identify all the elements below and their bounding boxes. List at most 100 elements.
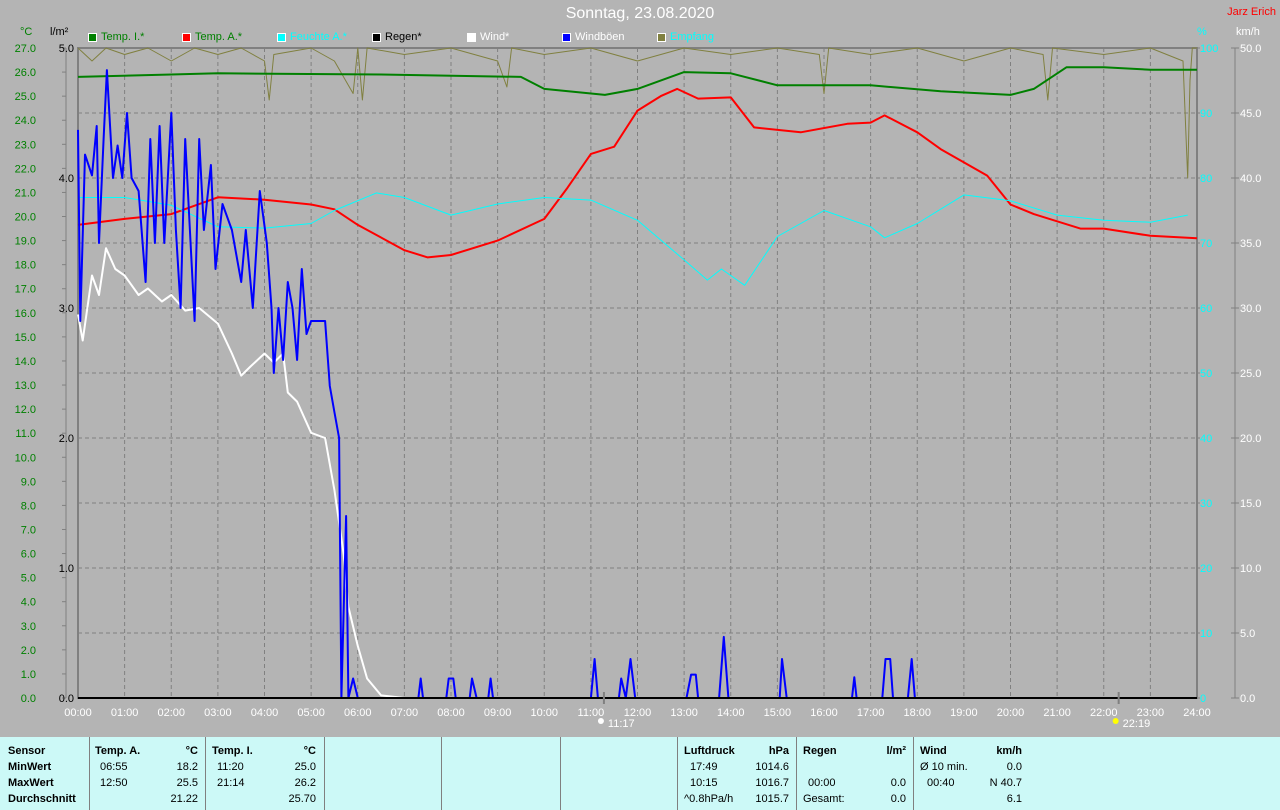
- temp-tick-label: 15.0: [15, 332, 36, 344]
- x-tick-label: 22:00: [1090, 707, 1118, 719]
- wind-tick-label: 15.0: [1240, 498, 1261, 510]
- rain-max-time: 00:00: [808, 777, 836, 789]
- x-tick-label: 05:00: [297, 707, 325, 719]
- wind-max-time: 00:40: [927, 777, 955, 789]
- wind-tick-label: 45.0: [1240, 108, 1261, 120]
- legend-item: Wind*: [467, 31, 509, 43]
- x-tick-label: 21:00: [1043, 707, 1071, 719]
- x-tick-label: 19:00: [950, 707, 978, 719]
- wind-tick-label: 35.0: [1240, 238, 1261, 250]
- x-tick-label: 08:00: [437, 707, 465, 719]
- legend-label: Temp. A.*: [195, 31, 243, 43]
- temp-a-title: Temp. A.: [95, 745, 141, 757]
- rain-total-label: Gesamt:: [803, 793, 845, 805]
- legend-swatch: [562, 32, 571, 42]
- temp-tick-label: 11.0: [15, 428, 36, 440]
- legend-label: Empfang: [670, 31, 715, 43]
- temp-tick-label: 12.0: [15, 404, 36, 416]
- x-tick-label: 24:00: [1183, 707, 1211, 719]
- x-tick-label: 15:00: [764, 707, 792, 719]
- temp-i-unit: °C: [303, 745, 316, 757]
- sensor-label: Sensor: [8, 745, 46, 757]
- stats-table: Sensor MinWert MaxWert Durchschnitt Temp…: [0, 737, 1280, 810]
- humidity-tick-label: 0: [1200, 693, 1206, 705]
- pressure-min: 1014.6: [755, 761, 789, 773]
- temp-a-max-time: 12:50: [100, 777, 128, 789]
- temp-tick-label: 20.0: [15, 212, 36, 224]
- pressure-trend: ^0.8hPa/h: [684, 793, 734, 805]
- sunset-time: 22:19: [1123, 718, 1151, 730]
- x-tick-label: 14:00: [717, 707, 745, 719]
- temp-tick-label: 17.0: [15, 284, 36, 296]
- x-tick-label: 02:00: [157, 707, 185, 719]
- temp-i-min-time: 11:20: [217, 761, 244, 773]
- rain-total: 0.0: [890, 793, 906, 805]
- wind-day-avg: 6.1: [1006, 793, 1022, 805]
- weather-chart: 0.0 1.0 2.0 3.0 4.0 5.0 6.0 7.0 8.0 9.0 10.0 11.0 12…: [15, 43, 1262, 730]
- rain-tick-label: 5.0: [59, 43, 74, 55]
- legend-label: Temp. I.*: [101, 31, 145, 43]
- x-tick-label: 00:00: [64, 707, 92, 719]
- x-tick-label: 17:00: [857, 707, 885, 719]
- temp-tick-label: 23.0: [15, 139, 36, 151]
- humidity-tick-label: 10: [1200, 628, 1212, 640]
- wind-avg10: 0.0: [1006, 761, 1022, 773]
- wind-tick-label: 50.0: [1240, 43, 1261, 55]
- legend-item: Feuchte A.*: [277, 31, 347, 43]
- wind-max: N 40.7: [989, 777, 1022, 789]
- humidity-tick-label: 60: [1200, 303, 1212, 315]
- humidity-tick-label: 20: [1200, 563, 1212, 575]
- temp-tick-label: 1.0: [21, 669, 36, 681]
- temp-tick-label: 18.0: [15, 260, 36, 272]
- temp-tick-label: 4.0: [21, 597, 36, 609]
- temp-tick-label: 10.0: [15, 452, 36, 464]
- legend-label: Wind*: [480, 31, 510, 43]
- rain-max: 0.0: [890, 777, 906, 789]
- humidity-tick-label: 90: [1200, 108, 1212, 120]
- x-tick-label: 06:00: [344, 707, 372, 719]
- temp-a-min: 18.2: [176, 761, 198, 773]
- temp-tick-label: 9.0: [21, 476, 36, 488]
- rain-title: Regen: [803, 745, 837, 757]
- legend-swatch: [182, 32, 191, 42]
- humidity-tick-label: 80: [1200, 173, 1212, 185]
- temp-i-title: Temp. I.: [212, 745, 253, 757]
- x-tick-label: 20:00: [997, 707, 1025, 719]
- x-tick-label: 03:00: [204, 707, 232, 719]
- wind-title: Wind: [920, 745, 947, 757]
- rain-unit-label: l/m²: [50, 26, 69, 38]
- humidity-tick-label: 30: [1200, 498, 1212, 510]
- temp-i-min: 25.0: [294, 761, 316, 773]
- legend-item: Temp. I.*: [88, 31, 144, 43]
- temp-tick-label: 6.0: [21, 549, 36, 561]
- x-tick-label: 04:00: [251, 707, 279, 719]
- wind-unit-label: km/h: [1236, 26, 1260, 38]
- wind-tick-label: 30.0: [1240, 303, 1261, 315]
- rain-tick-label: 4.0: [59, 173, 74, 185]
- humidity-tick-label: 100: [1200, 43, 1218, 55]
- x-tick-label: 16:00: [810, 707, 838, 719]
- temp-i-max: 26.2: [294, 777, 316, 789]
- rain-unit: l/m²: [886, 745, 906, 757]
- temp-tick-label: 21.0: [15, 187, 36, 199]
- legend-item: Windböen: [562, 31, 625, 43]
- temp-i-avg: 25.70: [288, 793, 316, 805]
- legend-swatch: [467, 32, 476, 42]
- temp-tick-label: 14.0: [15, 356, 36, 368]
- legend-label: Windböen: [575, 31, 625, 43]
- humidity-unit-label: %: [1197, 26, 1207, 38]
- rain-tick-label: 3.0: [59, 303, 74, 315]
- rain-tick-label: 0.0: [59, 693, 74, 705]
- sunrise-icon: [597, 718, 604, 724]
- humidity-tick-label: 50: [1200, 368, 1212, 380]
- x-tick-label: 09:00: [484, 707, 512, 719]
- wind-tick-label: 0.0: [1240, 693, 1255, 705]
- x-tick-label: 07:00: [391, 707, 419, 719]
- wind-tick-label: 10.0: [1240, 563, 1261, 575]
- wind-unit: km/h: [996, 745, 1022, 757]
- legend-item: Empfang: [657, 31, 714, 43]
- pressure-title: Luftdruck: [684, 745, 735, 757]
- min-label: MinWert: [8, 761, 52, 773]
- humidity-tick-label: 40: [1200, 433, 1212, 445]
- pressure-max-time: 10:15: [690, 777, 718, 789]
